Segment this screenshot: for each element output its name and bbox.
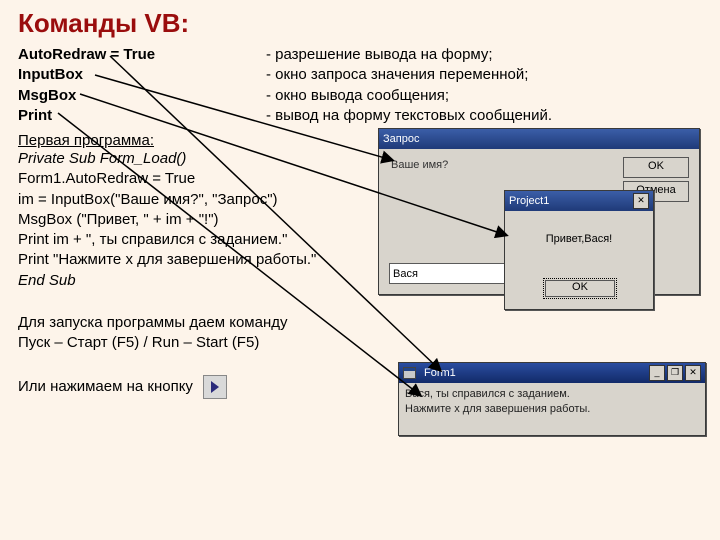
page-title: Команды VB: xyxy=(18,8,702,39)
msgbox-text: Привет,Вася! xyxy=(505,233,653,245)
close-icon[interactable]: ✕ xyxy=(685,365,701,381)
msgbox-window: Project1 ✕ Привет,Вася! OK xyxy=(504,190,654,310)
run-instructions: Для запуска программы даем команду Пуск … xyxy=(18,313,702,354)
or-press-text: Или нажимаем на кнопку xyxy=(18,378,193,395)
cmd-inputbox: InputBox xyxy=(18,65,258,85)
form-output-line: Нажмите x для завершения работы. xyxy=(405,402,699,417)
msgbox-title: Project1 xyxy=(509,195,549,207)
form-window: Form1 _ ❐ ✕ Вася, ты справился с задание… xyxy=(398,362,706,436)
msgbox-close-icon[interactable]: ✕ xyxy=(633,193,649,209)
form-titlebar: Form1 _ ❐ ✕ xyxy=(399,363,705,383)
msgbox-titlebar: Project1 ✕ xyxy=(505,191,653,211)
inputbox-title: Запрос xyxy=(383,133,419,145)
restore-icon[interactable]: ❐ xyxy=(667,365,683,381)
inputbox-titlebar: Запрос xyxy=(379,129,699,149)
form-output-line: Вася, ты справился с заданием. xyxy=(405,387,699,402)
run-line1: Для запуска программы даем команду xyxy=(18,313,702,333)
run-line2: Пуск – Старт (F5) / Run – Start (F5) xyxy=(18,333,702,353)
commands-block: AutoRedraw = True InputBox MsgBox Print … xyxy=(18,45,702,126)
inputbox-label: Ваше имя? xyxy=(391,159,448,171)
form-title: Form1 xyxy=(424,367,456,379)
form-icon xyxy=(403,367,416,379)
cmd-print: Print xyxy=(18,106,258,126)
minimize-icon[interactable]: _ xyxy=(649,365,665,381)
cmd-desc-inputbox: - окно запроса значения переменной; xyxy=(266,65,702,85)
cmd-msgbox: MsgBox xyxy=(18,86,258,106)
cmd-autoredraw: AutoRedraw = True xyxy=(18,45,258,65)
cmd-desc-msgbox: - окно вывода сообщения; xyxy=(266,86,702,106)
cmd-desc-autoredraw: - разрешение вывода на форму; xyxy=(266,45,702,65)
inputbox-ok-button[interactable]: OK xyxy=(623,157,689,178)
msgbox-ok-button[interactable]: OK xyxy=(543,278,617,299)
play-icon xyxy=(203,375,227,399)
cmd-desc-print: - вывод на форму текстовых сообщений. xyxy=(266,106,702,126)
form-output: Вася, ты справился с заданием. Нажмите x… xyxy=(399,383,705,421)
